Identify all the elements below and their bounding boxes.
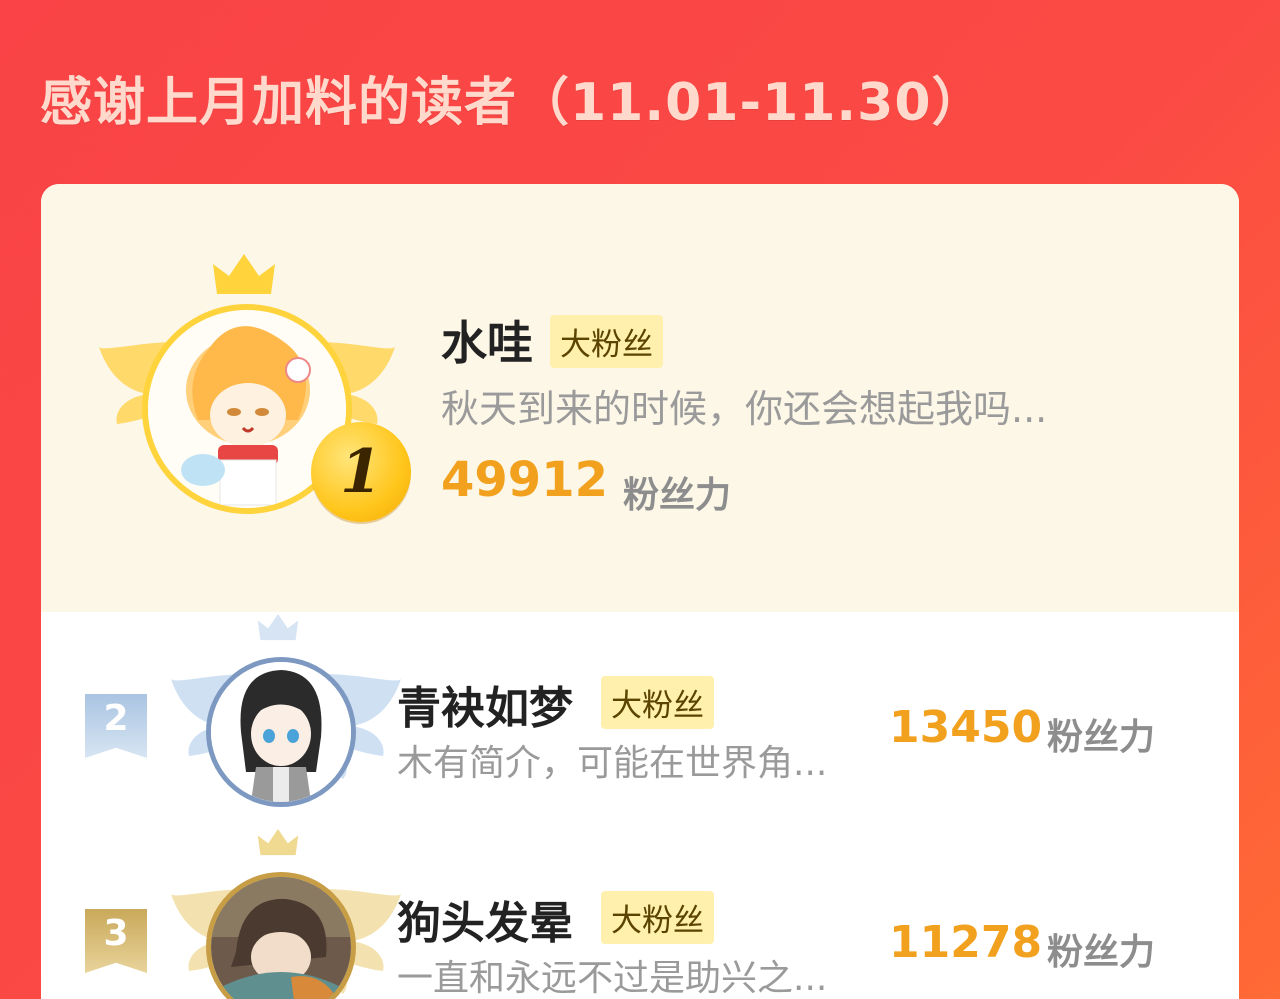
rank-number: 3 [103,913,129,954]
rank-1-medal: 1 [311,422,411,522]
reader-bio: 一直和永远不过是助兴之... [397,958,828,999]
rank-ribbon: 3 [85,909,147,973]
fan-power-unit: 粉丝力 [623,475,732,516]
crown-icon [213,254,275,294]
rank-number: 1 [340,437,382,507]
anime-avatar-dark-hair-icon [211,662,351,802]
avatar[interactable] [206,657,356,807]
list-item[interactable]: 2 青袂如梦 大粉丝 木有简介，可能在世界角... 13450 粉丝力 [41,614,1239,824]
fan-power-score: 11278 [889,917,1043,968]
crown-icon [257,829,299,856]
reader-name[interactable]: 狗头发晕 [397,887,573,951]
fan-badge: 大粉丝 [601,676,714,729]
fan-power-score: 13450 [889,702,1043,753]
reader-bio: 木有简介，可能在世界角... [397,743,828,784]
fan-power-unit: 粉丝力 [1047,717,1156,758]
fan-badge: 大粉丝 [550,315,663,368]
rank1-avatar-frame: 1 [99,254,411,532]
rank3-avatar-frame [171,829,401,999]
reader-name[interactable]: 青袂如梦 [397,672,573,736]
fan-power-score: 49912 [441,452,608,508]
fan-badge: 大粉丝 [601,891,714,944]
rank-ribbon: 2 [85,694,147,758]
fan-power-unit: 粉丝力 [1047,932,1156,973]
ranking-card: 1 水哇 大粉丝 秋天到来的时候，你还会想起我吗... 49912 粉丝力 2 [41,184,1239,999]
top-reader-entry[interactable]: 1 水哇 大粉丝 秋天到来的时候，你还会想起我吗... 49912 粉丝力 [41,184,1239,612]
anime-avatar-brown-hair-icon [211,877,351,999]
rank-number: 2 [103,698,129,739]
reader-name[interactable]: 水哇 [441,307,533,373]
rank2-avatar-frame [171,614,401,824]
reader-bio: 秋天到来的时候，你还会想起我吗... [441,387,1048,431]
page-title: 感谢上月加料的读者（11.01-11.30） [40,73,985,133]
list-item[interactable]: 3 狗头发晕 大粉丝 一直和永远不过是助兴之... 11278 粉丝力 [41,829,1239,999]
crown-icon [257,614,299,641]
